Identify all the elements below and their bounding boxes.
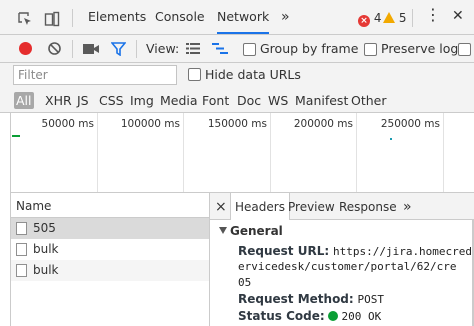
general-section-header[interactable]: General — [230, 224, 283, 238]
tab-console[interactable]: Console — [155, 0, 205, 34]
network-toolbar: View: Group by frame Preserve log — [0, 35, 474, 63]
status-code-row: Status Code: 200 OK — [238, 308, 381, 325]
request-list: Name 505 bulk bulk — [10, 193, 210, 326]
type-filter-all[interactable]: All — [14, 92, 34, 109]
request-name: bulk — [33, 263, 59, 277]
expand-triangle-icon[interactable] — [219, 227, 227, 234]
document-icon — [16, 243, 27, 256]
type-filter-css[interactable]: CSS — [99, 93, 124, 108]
type-filter-other[interactable]: Other — [351, 93, 387, 108]
more-tabs-button[interactable]: » — [281, 0, 290, 34]
tab-headers[interactable]: Headers — [230, 193, 290, 220]
tab-network[interactable]: Network — [217, 0, 270, 34]
tab-response[interactable]: Response — [339, 193, 397, 220]
type-filter-img[interactable]: Img — [130, 93, 154, 108]
separator — [412, 9, 413, 27]
request-method-value: POST — [357, 293, 385, 306]
type-filter-manifest[interactable]: Manifest — [295, 93, 348, 108]
error-icon: × — [358, 15, 370, 27]
preserve-log-label: Preserve log — [381, 41, 459, 56]
request-row[interactable]: bulk — [11, 260, 209, 281]
hide-data-urls-checkbox[interactable] — [188, 68, 201, 81]
type-filter-xhr[interactable]: XHR — [45, 93, 72, 108]
overview-gridline — [356, 113, 357, 192]
large-rows-icon[interactable] — [186, 42, 200, 58]
separator — [72, 9, 73, 27]
overview-gridline — [443, 113, 444, 192]
separator — [136, 40, 137, 58]
request-method-label: Request Method: — [238, 292, 354, 306]
device-toolbar-icon[interactable] — [44, 11, 60, 27]
devtools-tab-bar: Elements Console Network » × 4 5 ⋮ ✕ — [0, 0, 474, 35]
overview-tick-label: 200000 ms — [293, 118, 353, 130]
request-url-value: https://jira.homecred — [332, 245, 473, 258]
overview-gridline — [183, 113, 184, 192]
request-method-row: Request Method: POST — [238, 291, 384, 308]
waterfall-icon[interactable] — [212, 42, 228, 58]
type-filter-ws[interactable]: WS — [268, 93, 288, 108]
warning-icon — [383, 12, 395, 23]
resource-type-filter: All XHR JS CSS Img Media Font Doc WS Man… — [0, 88, 474, 113]
preserve-log-checkbox[interactable] — [364, 43, 377, 56]
record-icon[interactable] — [19, 42, 32, 55]
filter-bar: Hide data URLs — [0, 63, 474, 88]
status-code-label: Status Code: — [238, 309, 325, 323]
overview-tick-label: 100000 ms — [120, 118, 180, 130]
type-filter-doc[interactable]: Doc — [237, 93, 261, 108]
timeline-overview[interactable]: 50000 ms 100000 ms 150000 ms 200000 ms 2… — [10, 113, 474, 193]
overview-gridline — [270, 113, 271, 192]
type-filter-media[interactable]: Media — [160, 93, 198, 108]
disable-cache-checkbox[interactable] — [458, 43, 471, 56]
request-row[interactable]: bulk — [11, 239, 209, 260]
customize-menu-icon[interactable]: ⋮ — [425, 7, 441, 23]
status-ok-icon — [328, 311, 339, 321]
tab-preview[interactable]: Preview — [288, 193, 335, 220]
warning-count-badge[interactable]: 5 — [383, 11, 406, 25]
separator — [72, 40, 73, 58]
overview-tick-label: 250000 ms — [380, 118, 440, 130]
request-name: 505 — [33, 221, 56, 235]
group-by-frame-label: Group by frame — [260, 41, 359, 56]
document-icon — [16, 222, 27, 235]
view-label: View: — [146, 41, 180, 56]
request-details-pane: × Headers Preview Response » General Req… — [210, 193, 474, 326]
overview-gridline — [97, 113, 98, 192]
request-url-row: Request URL: https://jira.homecred — [238, 243, 472, 260]
request-marker — [12, 135, 20, 137]
hide-data-urls-label: Hide data URLs — [205, 67, 301, 82]
name-column-header[interactable]: Name — [11, 193, 209, 218]
error-count-badge[interactable]: × 4 — [358, 11, 381, 27]
error-count: 4 — [373, 11, 382, 25]
request-marker — [390, 138, 392, 140]
status-code-value: 200 OK — [341, 310, 382, 323]
type-filter-js[interactable]: JS — [77, 93, 89, 108]
inspect-element-icon[interactable] — [17, 11, 33, 27]
overview-tick-label: 150000 ms — [207, 118, 267, 130]
filter-input[interactable] — [13, 65, 177, 85]
close-devtools-icon[interactable]: ✕ — [452, 9, 464, 23]
more-details-tabs-button[interactable]: » — [403, 193, 412, 220]
filter-icon[interactable] — [110, 42, 127, 59]
tab-elements[interactable]: Elements — [88, 0, 146, 34]
close-details-button[interactable]: × — [215, 193, 227, 220]
overview-tick-label: 50000 ms — [41, 118, 94, 130]
type-filter-font[interactable]: Font — [202, 93, 229, 108]
request-row[interactable]: 505 — [11, 218, 209, 239]
warning-count: 5 — [398, 11, 407, 25]
document-icon — [16, 264, 27, 277]
group-by-frame-checkbox[interactable] — [243, 43, 256, 56]
clear-icon[interactable] — [47, 41, 62, 59]
details-tab-bar: × Headers Preview Response » — [210, 193, 474, 220]
request-name: bulk — [33, 242, 59, 256]
request-url-continuation: ervicedesk/customer/portal/62/cre — [238, 260, 457, 273]
request-url-label: Request URL: — [238, 244, 330, 258]
camera-icon[interactable] — [83, 43, 99, 58]
request-url-continuation: 05 — [238, 276, 252, 289]
